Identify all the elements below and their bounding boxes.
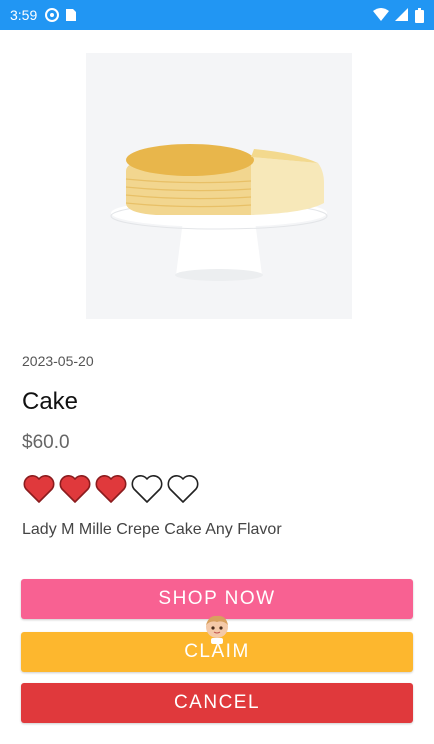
heart-filled-icon[interactable] bbox=[58, 472, 92, 504]
product-image bbox=[86, 53, 352, 319]
sim-card-icon bbox=[65, 8, 77, 22]
status-time: 3:59 bbox=[10, 7, 38, 23]
product-title: Cake bbox=[22, 388, 79, 415]
heart-rating[interactable] bbox=[22, 472, 200, 504]
cancel-button[interactable]: CANCEL bbox=[21, 683, 413, 723]
product-price: $60.0 bbox=[22, 432, 70, 453]
signal-icon bbox=[395, 8, 409, 22]
battery-icon bbox=[415, 7, 424, 23]
heart-filled-icon[interactable] bbox=[94, 472, 128, 504]
settings-icon bbox=[45, 8, 60, 22]
cake-image bbox=[86, 53, 352, 319]
heart-empty-icon[interactable] bbox=[166, 472, 200, 504]
status-left-icons bbox=[45, 8, 77, 22]
heart-empty-icon[interactable] bbox=[130, 472, 164, 504]
product-description: Lady M Mille Crepe Cake Any Flavor bbox=[22, 521, 282, 538]
heart-filled-icon[interactable] bbox=[22, 472, 56, 504]
status-bar: 3:59 bbox=[0, 0, 434, 30]
status-right-icons bbox=[373, 7, 424, 23]
avatar-sticker-icon bbox=[201, 613, 233, 645]
wifi-icon bbox=[373, 8, 389, 22]
product-date: 2023-05-20 bbox=[22, 353, 94, 369]
